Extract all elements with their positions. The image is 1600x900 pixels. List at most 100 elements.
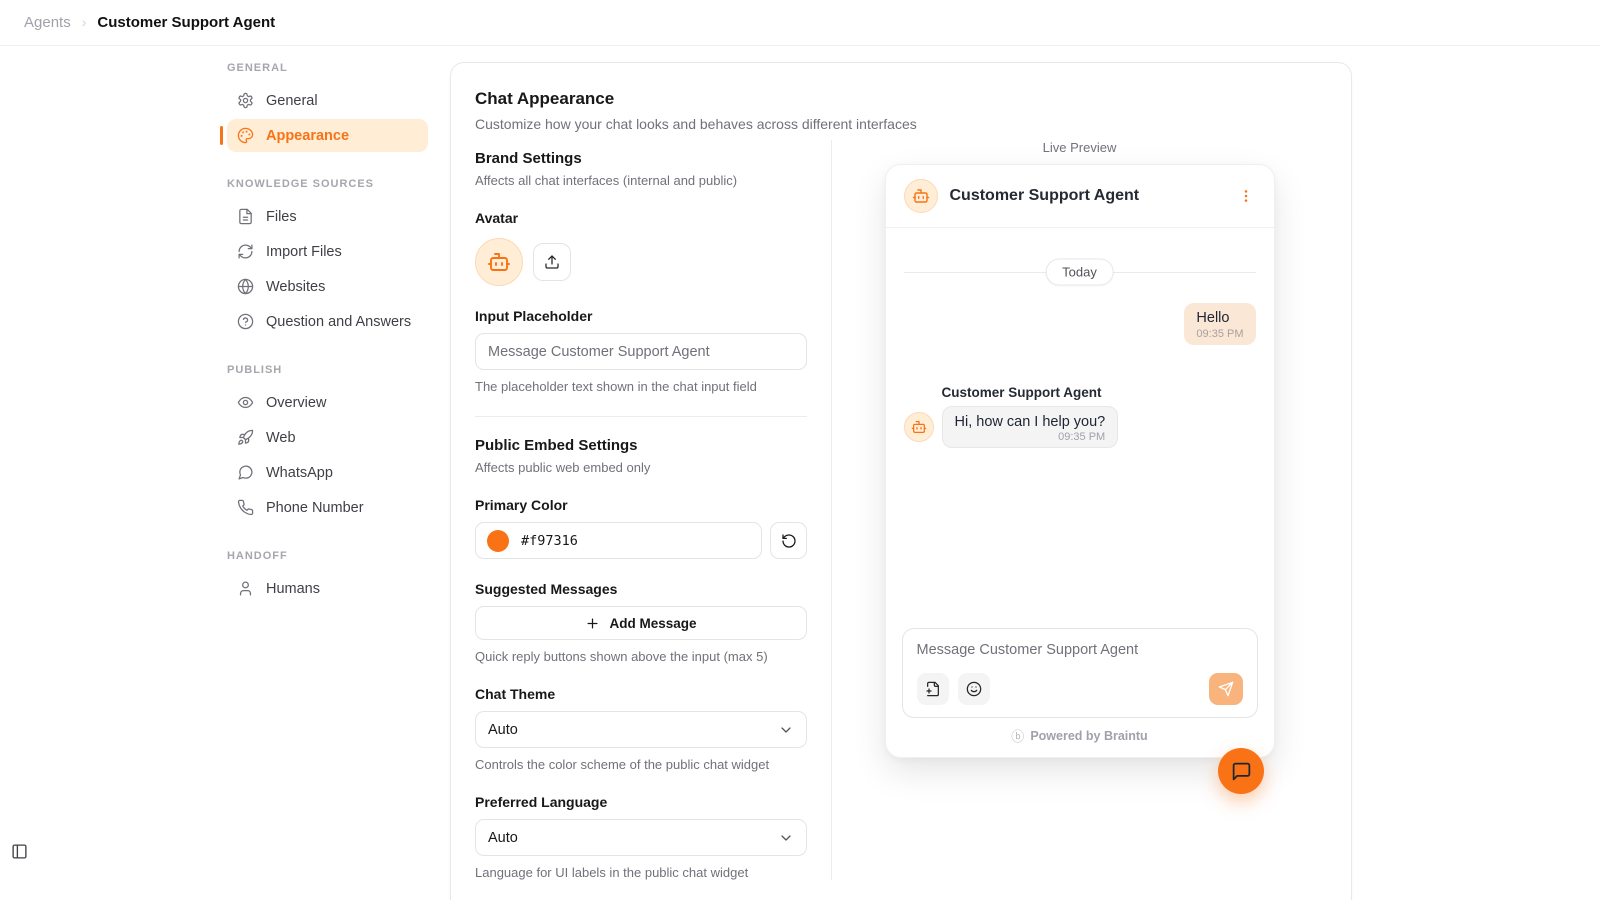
sidebar-item-label: WhatsApp bbox=[266, 465, 333, 481]
preferred-language-value: Auto bbox=[488, 830, 518, 846]
chat-widget-header: Customer Support Agent bbox=[886, 165, 1274, 228]
sidebar-item-label: Appearance bbox=[266, 128, 349, 144]
chat-appearance-panel: Chat Appearance Customize how your chat … bbox=[450, 62, 1352, 900]
public-embed-heading: Public Embed Settings bbox=[475, 437, 807, 454]
rotate-ccw-icon bbox=[781, 533, 797, 549]
plus-icon bbox=[585, 616, 600, 631]
sidebar-item-label: Import Files bbox=[266, 244, 342, 260]
chat-widget-title: Customer Support Agent bbox=[950, 187, 1224, 205]
help-circle-icon bbox=[237, 313, 254, 330]
chevron-down-icon bbox=[778, 722, 794, 738]
chat-theme-value: Auto bbox=[488, 722, 518, 738]
sidebar-item-phone-number[interactable]: Phone Number bbox=[227, 491, 428, 524]
attach-file-button[interactable] bbox=[917, 673, 949, 705]
message-circle-icon bbox=[237, 464, 254, 481]
add-message-button[interactable]: Add Message bbox=[475, 606, 807, 640]
brand-settings-heading: Brand Settings bbox=[475, 150, 807, 167]
agent-message-avatar bbox=[904, 412, 934, 442]
page-subtitle: Customize how your chat looks and behave… bbox=[475, 116, 1327, 132]
sidebar: GENERAL General Appearance KNOWLEDGE SOU… bbox=[218, 62, 428, 607]
gear-icon bbox=[237, 92, 254, 109]
sidebar-toggle-button[interactable] bbox=[11, 843, 28, 860]
chat-theme-help: Controls the color scheme of the public … bbox=[475, 757, 807, 772]
sidebar-section-handoff: HANDOFF bbox=[227, 550, 428, 562]
sidebar-item-label: Websites bbox=[266, 279, 325, 295]
powered-by-footer: ⓑ Powered by Braintu bbox=[886, 718, 1274, 757]
preferred-language-help: Language for UI labels in the public cha… bbox=[475, 865, 807, 880]
sidebar-item-label: General bbox=[266, 93, 318, 109]
breadcrumb-agents-link[interactable]: Agents bbox=[24, 14, 71, 31]
sidebar-item-appearance[interactable]: Appearance bbox=[227, 119, 428, 152]
chat-input-placeholder: Message Customer Support Agent bbox=[917, 642, 1243, 658]
add-message-button-label: Add Message bbox=[609, 616, 696, 631]
chevron-right-icon: › bbox=[82, 14, 87, 30]
sidebar-item-import-files[interactable]: Import Files bbox=[227, 235, 428, 268]
chat-widget-preview: Customer Support Agent Today Hello 09:35… bbox=[885, 164, 1275, 758]
section-divider bbox=[475, 416, 807, 417]
smile-icon bbox=[966, 681, 982, 697]
sidebar-item-question-and-answers[interactable]: Question and Answers bbox=[227, 305, 428, 338]
eye-icon bbox=[237, 394, 254, 411]
breadcrumb-current: Customer Support Agent bbox=[97, 14, 275, 31]
sidebar-item-humans[interactable]: Humans bbox=[227, 572, 428, 605]
chat-messages-area: Today Hello 09:35 PM Customer Support Ag… bbox=[886, 228, 1274, 628]
chat-theme-select[interactable]: Auto bbox=[475, 711, 807, 748]
avatar-label: Avatar bbox=[475, 210, 807, 226]
input-placeholder-field[interactable] bbox=[475, 333, 807, 370]
primary-color-field[interactable]: #f97316 bbox=[475, 522, 762, 559]
settings-column: Brand Settings Affects all chat interfac… bbox=[475, 140, 807, 880]
chat-launcher-button[interactable] bbox=[1218, 748, 1264, 794]
agent-sender-name: Customer Support Agent bbox=[942, 385, 1256, 400]
agent-message-block: Customer Support Agent Hi, how can I hel… bbox=[904, 385, 1256, 448]
chat-input-box[interactable]: Message Customer Support Agent bbox=[902, 628, 1258, 718]
user-message-bubble: Hello 09:35 PM bbox=[1184, 303, 1255, 345]
agent-message-bubble: Hi, how can I help you? 09:35 PM bbox=[942, 406, 1119, 448]
sidebar-item-files[interactable]: Files bbox=[227, 200, 428, 233]
sidebar-item-web[interactable]: Web bbox=[227, 421, 428, 454]
color-swatch[interactable] bbox=[487, 530, 509, 552]
sidebar-item-label: Phone Number bbox=[266, 500, 364, 516]
emoji-button[interactable] bbox=[958, 673, 990, 705]
sidebar-section-general: GENERAL bbox=[227, 62, 428, 74]
robot-icon bbox=[487, 250, 511, 274]
upload-icon bbox=[544, 254, 560, 270]
agent-avatar[interactable] bbox=[475, 238, 523, 286]
kebab-menu-icon[interactable] bbox=[1236, 186, 1256, 206]
rocket-icon bbox=[237, 429, 254, 446]
sidebar-item-general[interactable]: General bbox=[227, 84, 428, 117]
primary-color-label: Primary Color bbox=[475, 497, 807, 513]
file-plus-icon bbox=[925, 681, 941, 697]
sidebar-item-label: Web bbox=[266, 430, 296, 446]
chat-widget-avatar bbox=[904, 179, 938, 213]
chat-theme-label: Chat Theme bbox=[475, 686, 807, 702]
sidebar-item-label: Files bbox=[266, 209, 297, 225]
preferred-language-select[interactable]: Auto bbox=[475, 819, 807, 856]
reset-color-button[interactable] bbox=[770, 522, 807, 559]
sidebar-item-label: Overview bbox=[266, 395, 326, 411]
sidebar-item-label: Question and Answers bbox=[266, 314, 411, 330]
page-title: Chat Appearance bbox=[475, 89, 1327, 109]
panel-left-icon bbox=[11, 843, 28, 860]
suggested-messages-help: Quick reply buttons shown above the inpu… bbox=[475, 649, 807, 664]
chevron-down-icon bbox=[778, 830, 794, 846]
brand-settings-note: Affects all chat interfaces (internal an… bbox=[475, 173, 807, 188]
date-divider-pill: Today bbox=[1045, 259, 1114, 286]
agent-message-text: Hi, how can I help you? bbox=[955, 414, 1106, 430]
input-placeholder-help: The placeholder text shown in the chat i… bbox=[475, 379, 807, 394]
sidebar-item-websites[interactable]: Websites bbox=[227, 270, 428, 303]
sidebar-item-label: Humans bbox=[266, 581, 320, 597]
date-divider: Today bbox=[904, 258, 1256, 286]
powered-by-text: Powered by Braintu bbox=[1030, 729, 1147, 743]
send-button[interactable] bbox=[1209, 673, 1243, 705]
avatar-upload-button[interactable] bbox=[533, 243, 571, 281]
refresh-icon bbox=[237, 243, 254, 260]
sidebar-section-knowledge-sources: KNOWLEDGE SOURCES bbox=[227, 178, 428, 190]
sidebar-item-whatsapp[interactable]: WhatsApp bbox=[227, 456, 428, 489]
globe-icon bbox=[237, 278, 254, 295]
file-text-icon bbox=[237, 208, 254, 225]
public-embed-note: Affects public web embed only bbox=[475, 460, 807, 475]
sidebar-item-overview[interactable]: Overview bbox=[227, 386, 428, 419]
user-message-text: Hello bbox=[1196, 310, 1243, 326]
phone-icon bbox=[237, 499, 254, 516]
send-icon bbox=[1218, 681, 1234, 697]
